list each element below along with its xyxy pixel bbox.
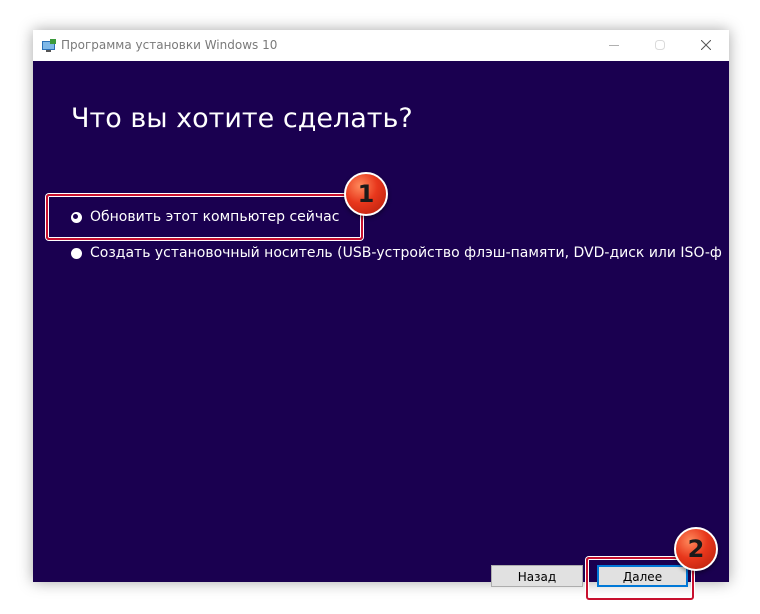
minimize-icon <box>609 45 619 46</box>
window-title: Программа установки Windows 10 <box>61 38 278 52</box>
setup-window: Программа установки Windows 10 Что вы хо… <box>33 30 729 600</box>
step-badge-1: 1 <box>344 172 388 216</box>
radio-create-media[interactable] <box>71 248 82 259</box>
title-bar[interactable]: Программа установки Windows 10 <box>33 30 729 61</box>
setup-content: Что вы хотите сделать? Обновить этот ком… <box>33 61 729 600</box>
windows-setup-icon <box>41 38 57 52</box>
step-badge-2: 2 <box>674 527 718 571</box>
option-create-media-label: Создать установочный носитель (USB-устро… <box>90 245 722 261</box>
close-button[interactable] <box>683 30 729 61</box>
minimize-button[interactable] <box>591 30 637 61</box>
highlight-frame-option <box>46 194 363 240</box>
page-heading: Что вы хотите сделать? <box>71 103 413 134</box>
close-icon <box>701 40 711 50</box>
highlight-frame-next <box>586 557 694 600</box>
back-button[interactable]: Назад <box>491 565 583 587</box>
maximize-icon <box>655 40 665 50</box>
maximize-button[interactable] <box>637 30 683 61</box>
